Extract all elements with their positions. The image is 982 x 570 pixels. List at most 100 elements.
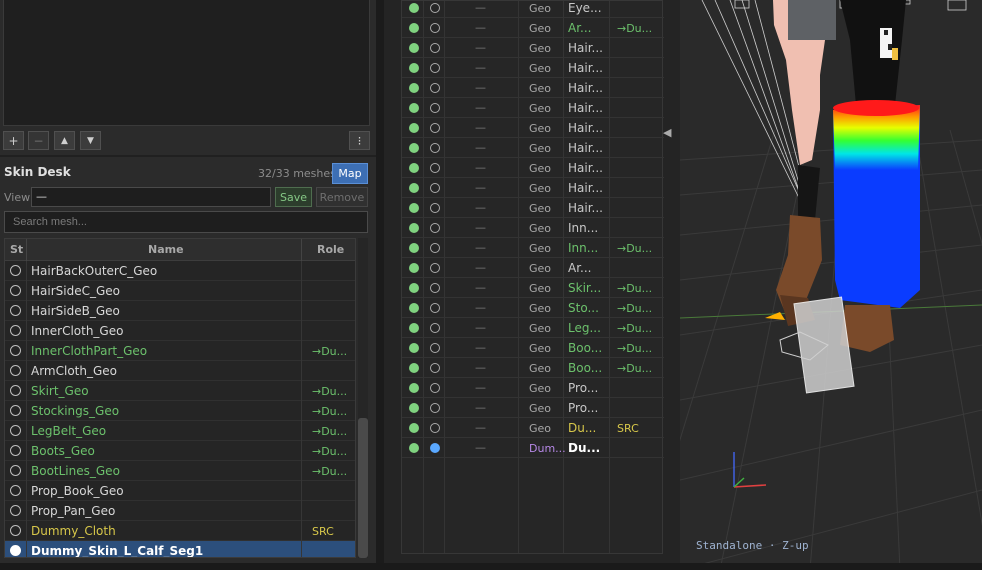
visibility-dot-icon[interactable] xyxy=(409,443,419,453)
status-radio-icon[interactable] xyxy=(10,545,21,556)
table-row[interactable]: HairSideB_Geo xyxy=(5,301,355,321)
table-row[interactable]: InnerCloth_Geo xyxy=(5,321,355,341)
select-radio-icon[interactable] xyxy=(430,403,440,413)
table-row[interactable]: BootLines_Geo →Du... xyxy=(5,461,355,481)
status-radio-icon[interactable] xyxy=(10,365,21,376)
list-item[interactable]: — Geo Sto... →Du... xyxy=(402,298,664,318)
select-radio-icon[interactable] xyxy=(430,443,440,453)
list-item[interactable]: — Geo Hair... xyxy=(402,158,664,178)
table-row[interactable]: ArmCloth_Geo xyxy=(5,361,355,381)
status-radio-icon[interactable] xyxy=(10,485,21,496)
remove-button[interactable]: Remove xyxy=(316,187,368,207)
collapse-panel-icon[interactable]: ◀ xyxy=(663,126,671,139)
remove-item-button[interactable]: − xyxy=(28,131,49,150)
table-row[interactable]: Dummy_Cloth SRC xyxy=(5,521,355,541)
select-radio-icon[interactable] xyxy=(430,123,440,133)
visibility-dot-icon[interactable] xyxy=(409,23,419,33)
select-radio-icon[interactable] xyxy=(430,243,440,253)
list-item[interactable]: — Geo Inn... xyxy=(402,218,664,238)
visibility-dot-icon[interactable] xyxy=(409,143,419,153)
select-radio-icon[interactable] xyxy=(430,83,440,93)
list-item[interactable]: — Geo Eye... xyxy=(402,0,664,18)
status-radio-icon[interactable] xyxy=(10,525,21,536)
table-row[interactable]: HairBackOuterC_Geo xyxy=(5,261,355,281)
select-radio-icon[interactable] xyxy=(430,383,440,393)
select-radio-icon[interactable] xyxy=(430,183,440,193)
move-up-button[interactable]: ▲ xyxy=(54,131,75,150)
visibility-dot-icon[interactable] xyxy=(409,63,419,73)
status-radio-icon[interactable] xyxy=(10,265,21,276)
select-radio-icon[interactable] xyxy=(430,163,440,173)
select-radio-icon[interactable] xyxy=(430,223,440,233)
select-radio-icon[interactable] xyxy=(430,203,440,213)
list-item[interactable]: — Geo Ar... xyxy=(402,258,664,278)
select-radio-icon[interactable] xyxy=(430,23,440,33)
status-radio-icon[interactable] xyxy=(10,465,21,476)
visibility-dot-icon[interactable] xyxy=(409,383,419,393)
list-item[interactable]: — Geo Hair... xyxy=(402,98,664,118)
select-radio-icon[interactable] xyxy=(430,43,440,53)
visibility-dot-icon[interactable] xyxy=(409,43,419,53)
select-radio-icon[interactable] xyxy=(430,263,440,273)
add-button[interactable]: + xyxy=(3,131,24,150)
status-radio-icon[interactable] xyxy=(10,425,21,436)
select-radio-icon[interactable] xyxy=(430,103,440,113)
list-item[interactable]: — Geo Hair... xyxy=(402,58,664,78)
table-row[interactable]: Prop_Pan_Geo xyxy=(5,501,355,521)
list-item[interactable]: — Geo Hair... xyxy=(402,78,664,98)
list-item[interactable]: — Dum... Du... xyxy=(402,438,664,458)
map-button[interactable]: Map xyxy=(332,163,368,184)
visibility-dot-icon[interactable] xyxy=(409,283,419,293)
visibility-dot-icon[interactable] xyxy=(409,3,419,13)
table-row[interactable]: HairSideC_Geo xyxy=(5,281,355,301)
visibility-dot-icon[interactable] xyxy=(409,163,419,173)
table-row[interactable]: LegBelt_Geo →Du... xyxy=(5,421,355,441)
select-radio-icon[interactable] xyxy=(430,363,440,373)
column-name[interactable]: Name xyxy=(148,243,184,256)
select-radio-icon[interactable] xyxy=(430,143,440,153)
visibility-dot-icon[interactable] xyxy=(409,243,419,253)
status-radio-icon[interactable] xyxy=(10,305,21,316)
table-row[interactable]: Prop_Book_Geo xyxy=(5,481,355,501)
list-item[interactable]: — Geo Hair... xyxy=(402,178,664,198)
list-item[interactable]: — Geo Leg... →Du... xyxy=(402,318,664,338)
table-row[interactable]: Boots_Geo →Du... xyxy=(5,441,355,461)
list-item[interactable]: — Geo Inn... →Du... xyxy=(402,238,664,258)
status-radio-icon[interactable] xyxy=(10,325,21,336)
move-down-button[interactable]: ▼ xyxy=(80,131,101,150)
list-item[interactable]: — Geo Hair... xyxy=(402,138,664,158)
table-row[interactable]: Stockings_Geo →Du... xyxy=(5,401,355,421)
table-row[interactable]: Dummy_Skin_L_Calf_Seg1 xyxy=(5,541,355,557)
list-item[interactable]: — Geo Hair... xyxy=(402,198,664,218)
list-item[interactable]: — Geo Ar... →Du... xyxy=(402,18,664,38)
list-item[interactable]: — Geo Boo... →Du... xyxy=(402,358,664,378)
list-item[interactable]: — Geo Boo... →Du... xyxy=(402,338,664,358)
select-radio-icon[interactable] xyxy=(430,343,440,353)
select-radio-icon[interactable] xyxy=(430,423,440,433)
visibility-dot-icon[interactable] xyxy=(409,403,419,413)
visibility-dot-icon[interactable] xyxy=(409,103,419,113)
list-item[interactable]: — Geo Hair... xyxy=(402,118,664,138)
status-radio-icon[interactable] xyxy=(10,445,21,456)
status-radio-icon[interactable] xyxy=(10,285,21,296)
status-radio-icon[interactable] xyxy=(10,345,21,356)
menu-button[interactable]: ⁝ xyxy=(349,131,370,150)
list-item[interactable]: — Geo Du... SRC xyxy=(402,418,664,438)
visibility-dot-icon[interactable] xyxy=(409,423,419,433)
select-radio-icon[interactable] xyxy=(430,303,440,313)
visibility-dot-icon[interactable] xyxy=(409,303,419,313)
select-radio-icon[interactable] xyxy=(430,323,440,333)
visibility-dot-icon[interactable] xyxy=(409,123,419,133)
list-item[interactable]: — Geo Hair... xyxy=(402,38,664,58)
status-radio-icon[interactable] xyxy=(10,405,21,416)
select-radio-icon[interactable] xyxy=(430,63,440,73)
save-button[interactable]: Save xyxy=(275,187,312,207)
visibility-dot-icon[interactable] xyxy=(409,183,419,193)
select-radio-icon[interactable] xyxy=(430,283,440,293)
visibility-dot-icon[interactable] xyxy=(409,263,419,273)
list-item[interactable]: — Geo Skir... →Du... xyxy=(402,278,664,298)
list-item[interactable]: — Geo Pro... xyxy=(402,378,664,398)
status-radio-icon[interactable] xyxy=(10,505,21,516)
visibility-dot-icon[interactable] xyxy=(409,343,419,353)
3d-viewport[interactable]: Standalone · Z-up xyxy=(680,0,982,570)
